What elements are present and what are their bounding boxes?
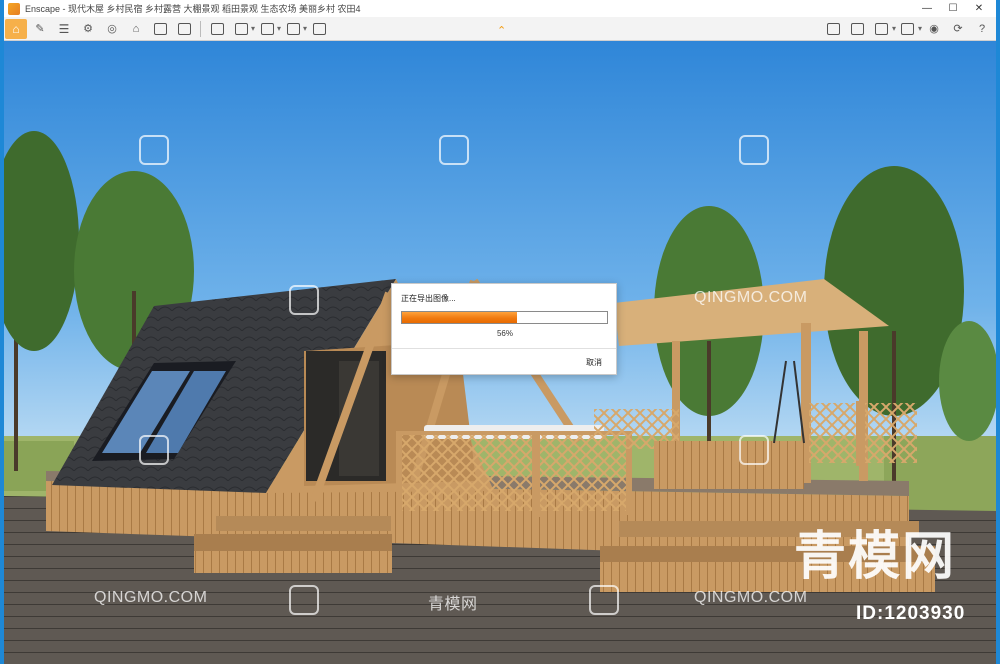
enscape-window: Enscape - 现代木屋 乡村民宿 乡村露营 大棚景观 稻田景观 生态农场 … (0, 0, 1000, 664)
dialog-divider (392, 348, 616, 349)
building-button[interactable] (149, 19, 171, 39)
help-button[interactable]: ? (971, 19, 993, 39)
batch-render-icon (260, 22, 274, 35)
maximize-button[interactable]: ☐ (940, 0, 966, 17)
close-button[interactable]: ✕ (966, 0, 992, 17)
camera-icon (851, 22, 865, 35)
watermark-site-text: QINGMO.COM (94, 589, 208, 606)
progress-fill (402, 312, 517, 323)
watermark-logo-icon (589, 585, 619, 615)
watermark-logo-icon (139, 435, 169, 465)
watermark-logo-icon (289, 285, 319, 315)
screenshot-icon (177, 22, 191, 35)
watermark-logo-icon (139, 135, 169, 165)
settings-icon: ⚙ (83, 23, 93, 35)
list-button[interactable]: ☰ (53, 19, 75, 39)
settings-button[interactable]: ⚙ (77, 19, 99, 39)
chevron-down-icon[interactable]: ▾ (251, 24, 255, 33)
cancel-button[interactable]: 取消 (586, 357, 602, 368)
video-icon (286, 22, 300, 35)
help-icon: ? (978, 22, 986, 35)
asset-library-icon (827, 22, 841, 35)
collapse-toolbar-icon[interactable]: ⌃ (497, 24, 506, 37)
walkthrough-button[interactable] (308, 19, 330, 39)
window-title: Enscape - 现代木屋 乡村民宿 乡村露营 大棚景观 稻田景观 生态农场 … (25, 4, 361, 14)
batch-render-button[interactable] (256, 19, 278, 39)
chevron-down-icon[interactable]: ▾ (303, 24, 307, 33)
chevron-down-icon[interactable]: ▾ (918, 24, 922, 33)
toolbar-divider (200, 20, 201, 37)
watermark-logo-icon (289, 585, 319, 615)
house-button[interactable]: ⌂ (125, 19, 147, 39)
dialog-title: 正在导出图像... (401, 294, 456, 303)
chevron-down-icon[interactable]: ▾ (892, 24, 896, 33)
title-bar: Enscape - 现代木屋 乡村民宿 乡村露营 大棚景观 稻田景观 生态农场 … (4, 0, 996, 17)
cube-icon (875, 22, 889, 35)
list-icon: ☰ (58, 21, 70, 36)
video-button[interactable] (282, 19, 304, 39)
layers-button[interactable] (897, 19, 919, 39)
export-progress-bar (401, 311, 608, 324)
watermark-brand-large: 青模网 (794, 528, 957, 586)
cube-button[interactable] (871, 19, 893, 39)
chevron-down-icon[interactable]: ▾ (277, 24, 281, 33)
sync-button[interactable]: ⟳ (947, 19, 969, 39)
watermark-site-text: QINGMO.COM (694, 589, 808, 606)
export-button[interactable] (206, 19, 228, 39)
screenshot-button[interactable] (173, 19, 195, 39)
bounce-icon: ◎ (107, 23, 117, 35)
camera-button[interactable] (847, 19, 869, 39)
watermark-logo-icon (739, 135, 769, 165)
watermark-brand-text: 青模网 (428, 596, 478, 613)
export-image-dialog: 正在导出图像... 56% 取消 (391, 283, 617, 375)
layers-icon (901, 22, 915, 35)
sync-icon: ⟳ (953, 23, 963, 35)
enscape-logo-icon (8, 2, 20, 15)
watermark-logo-icon (439, 135, 469, 165)
building-icon (153, 22, 167, 35)
panorama-icon (234, 22, 248, 35)
bounce-button[interactable]: ◎ (101, 19, 123, 39)
brush-icon: ✎ (35, 23, 45, 35)
house-icon: ⌂ (132, 22, 140, 35)
asset-library-button[interactable] (823, 19, 845, 39)
home-button[interactable]: ⌂ (5, 18, 27, 39)
watermark-site-text: QINGMO.COM (694, 289, 808, 306)
walkthrough-icon (312, 22, 326, 35)
brush-button[interactable]: ✎ (29, 19, 51, 39)
export-icon (210, 22, 224, 35)
view-icon: ◉ (929, 23, 939, 35)
view-button[interactable]: ◉ (923, 19, 945, 39)
progress-percent: 56% (496, 329, 513, 338)
minimize-button[interactable]: — (914, 0, 940, 17)
watermark-id: ID:1203930 (856, 603, 966, 624)
home-icon: ⌂ (12, 21, 20, 36)
panorama-button[interactable] (230, 19, 252, 39)
watermark-logo-icon (739, 435, 769, 465)
